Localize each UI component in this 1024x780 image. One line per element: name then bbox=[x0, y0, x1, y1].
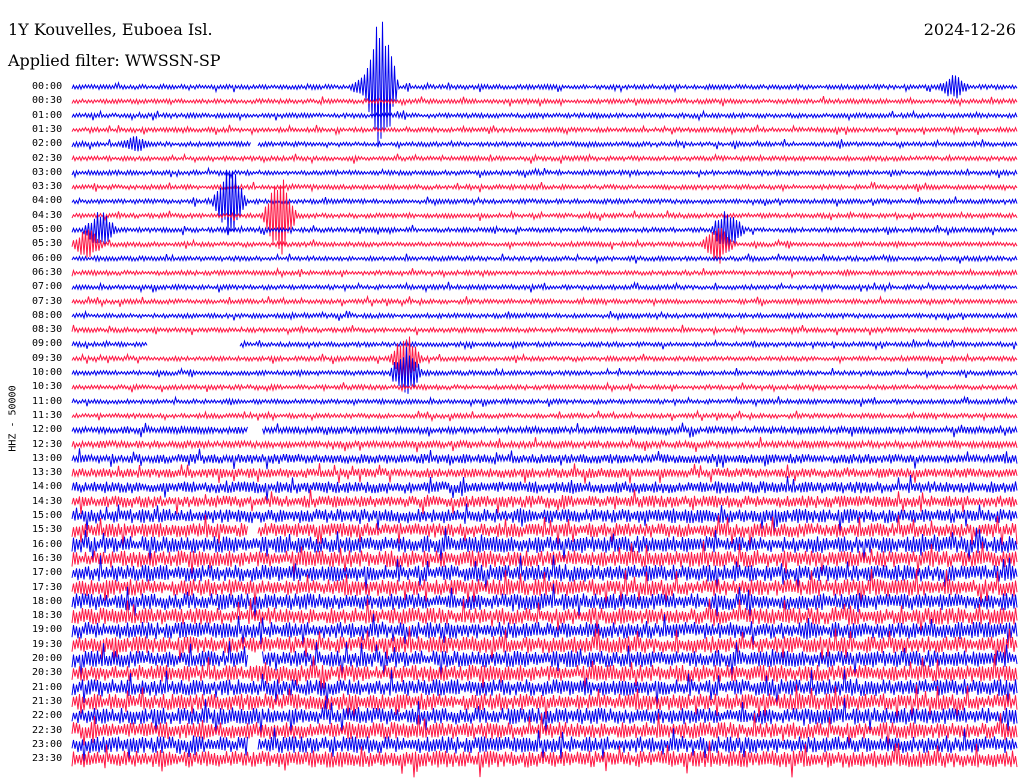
trace-row-1400 bbox=[71, 475, 1018, 501]
trace-row-0800 bbox=[71, 309, 1018, 322]
trace-row-0000 bbox=[71, 21, 1018, 145]
trace-row-1100 bbox=[71, 395, 1018, 408]
helicorder-plot bbox=[71, 21, 1018, 778]
trace-row-0730 bbox=[71, 294, 1018, 308]
trace-row-0630 bbox=[71, 266, 1018, 280]
trace-row-0300 bbox=[71, 166, 1018, 180]
trace-row-0200 bbox=[71, 136, 1018, 152]
trace-row-0600 bbox=[71, 252, 1018, 265]
trace-row-0230 bbox=[71, 152, 1018, 165]
trace-row-0100 bbox=[71, 109, 1018, 122]
trace-row-1030 bbox=[71, 381, 1018, 393]
trace-row-1300 bbox=[71, 448, 1018, 470]
trace-row-0030 bbox=[71, 95, 1018, 108]
trace-row-1230 bbox=[71, 436, 1018, 453]
trace-row-0130 bbox=[71, 123, 1018, 137]
trace-row-0830 bbox=[71, 324, 1018, 337]
trace-row-0900 bbox=[71, 338, 1018, 351]
trace-row-0400 bbox=[71, 169, 1018, 235]
trace-row-0330 bbox=[71, 180, 1018, 193]
trace-row-1330 bbox=[71, 463, 1018, 484]
trace-row-1200 bbox=[71, 422, 1018, 438]
trace-row-0700 bbox=[71, 280, 1018, 294]
trace-row-1130 bbox=[71, 409, 1018, 423]
